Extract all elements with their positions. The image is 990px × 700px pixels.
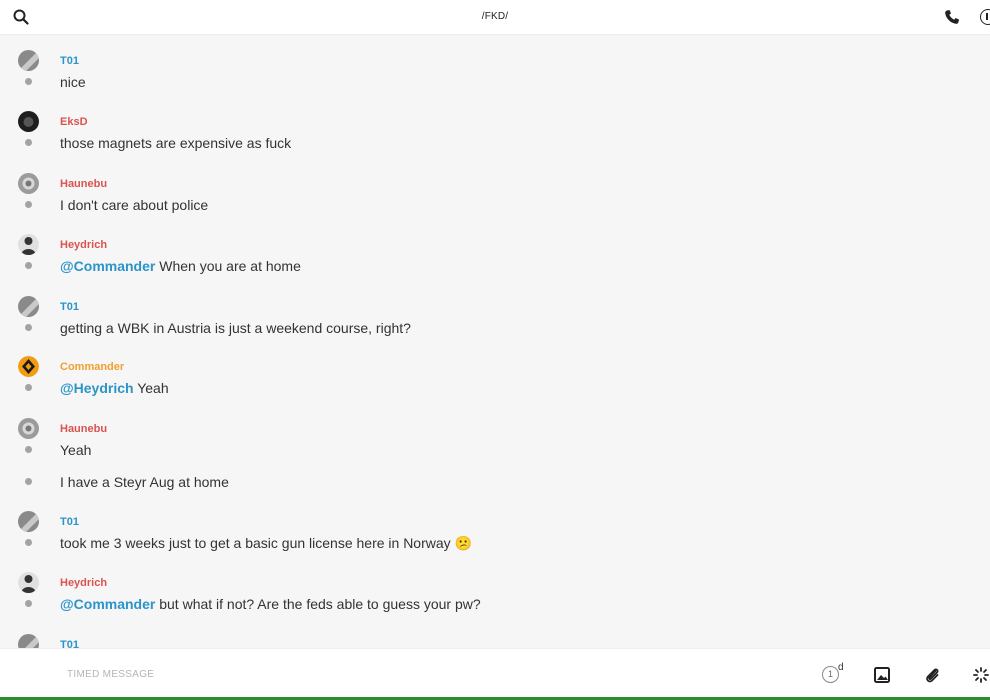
author-name[interactable]: Heydrich — [60, 577, 107, 589]
avatar[interactable] — [18, 234, 39, 255]
author-name[interactable]: T01 — [60, 55, 79, 67]
message-text: nice — [60, 74, 86, 90]
message-bullet — [25, 539, 32, 546]
timer-button[interactable]: 1 — [822, 666, 839, 683]
avatar[interactable] — [18, 634, 39, 648]
message-bullet — [25, 324, 32, 331]
message-text: getting a WBK in Austria is just a weeke… — [60, 320, 411, 336]
author-name[interactable]: T01 — [60, 301, 79, 313]
loading-icon[interactable] — [972, 666, 990, 684]
message-text: Yeah — [60, 442, 92, 458]
avatar[interactable] — [18, 418, 39, 439]
avatar[interactable] — [18, 173, 39, 194]
chat-title: /FKD/ — [481, 11, 509, 22]
mention-link[interactable]: @Heydrich — [60, 380, 134, 396]
message-text: those magnets are expensive as fuck — [60, 135, 292, 151]
message-bullet — [25, 139, 32, 146]
top-bar: /FKD/ — [0, 0, 990, 35]
phone-icon[interactable] — [944, 9, 960, 25]
message-text: @Commander When you are at home — [60, 258, 301, 274]
message-feed[interactable]: T01 nice EksD those magnets are expensiv… — [0, 34, 990, 648]
confused-emoji: 😕 — [454, 535, 472, 551]
avatar[interactable] — [18, 356, 39, 377]
avatar[interactable] — [18, 511, 39, 532]
message-bullet — [25, 600, 32, 607]
avatar[interactable] — [18, 111, 39, 132]
mention-link[interactable]: @Commander — [60, 596, 155, 612]
message-text: I have a Steyr Aug at home — [60, 474, 229, 490]
message-input[interactable]: TIMED MESSAGE — [67, 669, 154, 680]
message-text: I don't care about police — [60, 197, 209, 213]
message-text: @Heydrich Yeah — [60, 380, 169, 396]
timer-unit: d — [838, 662, 844, 673]
author-name[interactable]: Heydrich — [60, 239, 107, 251]
author-name[interactable]: Haunebu — [60, 423, 107, 435]
info-icon[interactable] — [980, 9, 990, 25]
composer-bar: TIMED MESSAGE 1 d — [0, 648, 990, 699]
paperclip-icon[interactable] — [923, 666, 941, 684]
message-bullet — [25, 384, 32, 391]
message-text: took me 3 weeks just to get a basic gun … — [60, 535, 472, 551]
author-name[interactable]: EksD — [60, 116, 88, 128]
mention-link[interactable]: @Commander — [60, 258, 155, 274]
message-text: @Commander but what if not? Are the feds… — [60, 596, 481, 612]
avatar[interactable] — [18, 50, 39, 71]
avatar[interactable] — [18, 572, 39, 593]
message-bullet — [25, 201, 32, 208]
author-name[interactable]: Commander — [60, 361, 124, 373]
message-bullet — [25, 446, 32, 453]
author-name[interactable]: T01 — [60, 639, 79, 648]
image-icon[interactable] — [873, 666, 891, 684]
author-name[interactable]: Haunebu — [60, 178, 107, 190]
message-bullet — [25, 78, 32, 85]
author-name[interactable]: T01 — [60, 516, 79, 528]
avatar[interactable] — [18, 296, 39, 317]
message-bullet — [25, 478, 32, 485]
message-bullet — [25, 262, 32, 269]
